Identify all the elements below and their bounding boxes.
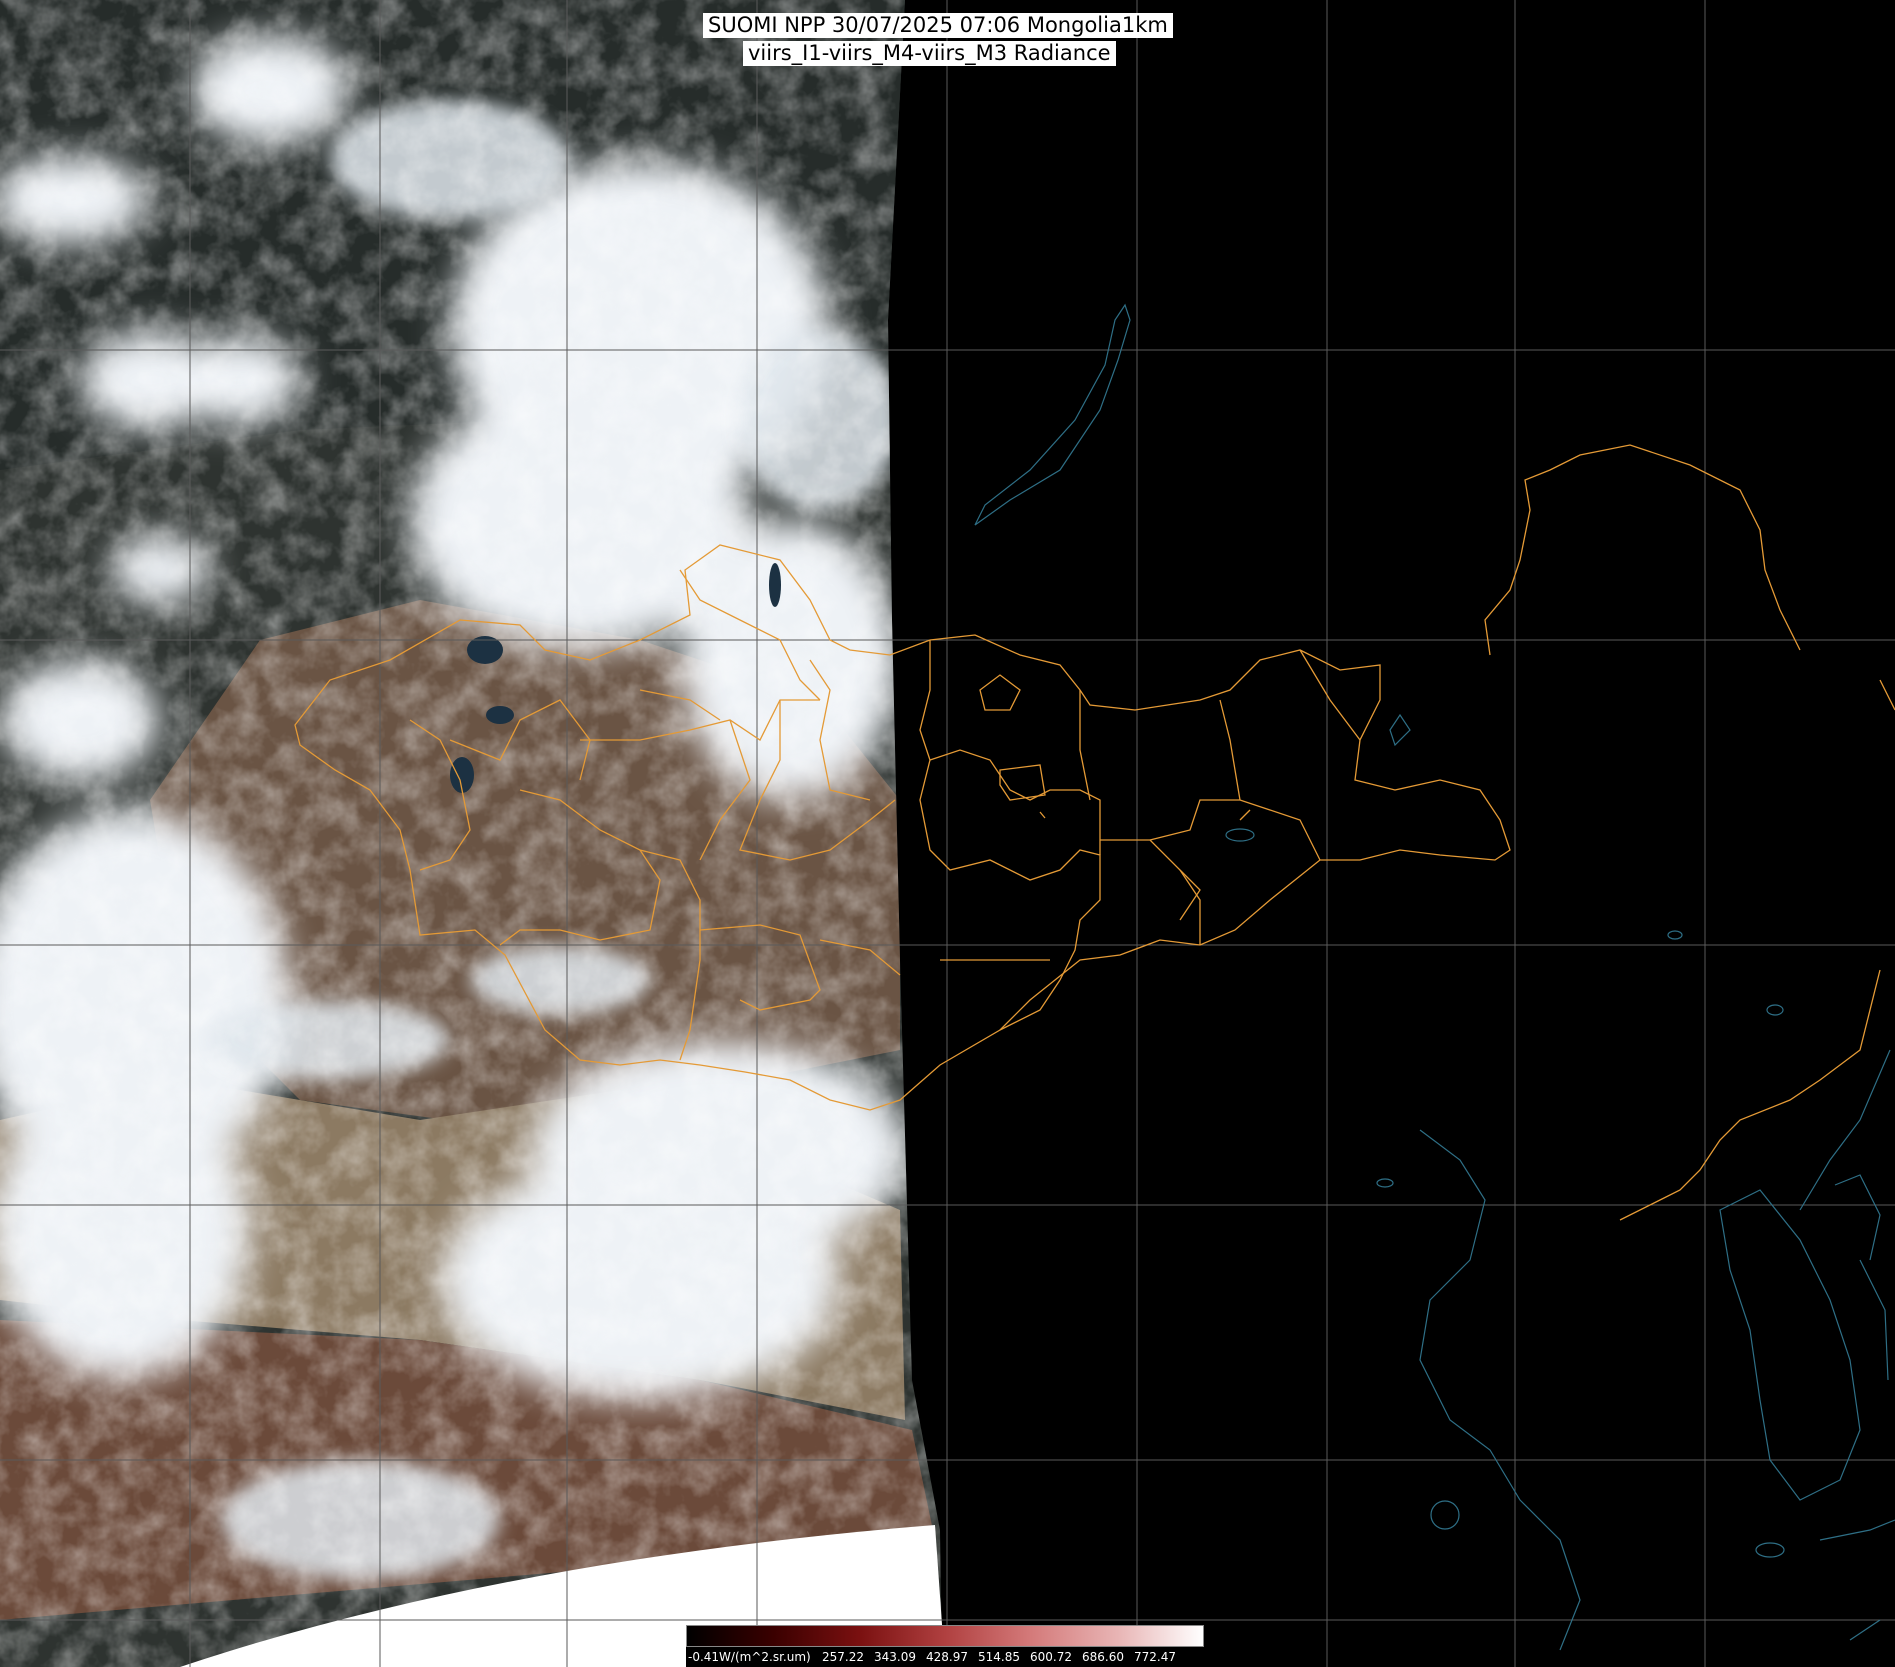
colorbar-tick: 686.60 [1082,1650,1124,1664]
imagery-swath [0,0,942,1667]
colorbar-tick: 514.85 [978,1650,1020,1664]
colorbar-tick: 600.72 [1030,1650,1072,1664]
map-title-line2: viirs_I1-viirs_M4-viirs_M3 Radiance [743,41,1116,66]
coastlines [974,303,1895,1651]
colorbar-tick: 257.22 [822,1650,864,1664]
map-title-line1: SUOMI NPP 30/07/2025 07:06 Mongolia1km [703,13,1173,38]
colorbar-tick: 343.09 [874,1650,916,1664]
colorbar-tick: 772.47 [1134,1650,1176,1664]
satellite-map-view: SUOMI NPP 30/07/2025 07:06 Mongolia1km v… [0,0,1895,1667]
colorbar-gradient [686,1625,1204,1647]
colorbar: -0.41W/(m^2.sr.um) 257.22 343.09 428.97 … [686,1622,1204,1667]
colorbar-unit-label: -0.41W/(m^2.sr.um) [688,1650,811,1664]
colorbar-labels: -0.41W/(m^2.sr.um) 257.22 343.09 428.97 … [686,1647,1204,1667]
colorbar-tick: 428.97 [926,1650,968,1664]
map-canvas [0,0,1895,1667]
